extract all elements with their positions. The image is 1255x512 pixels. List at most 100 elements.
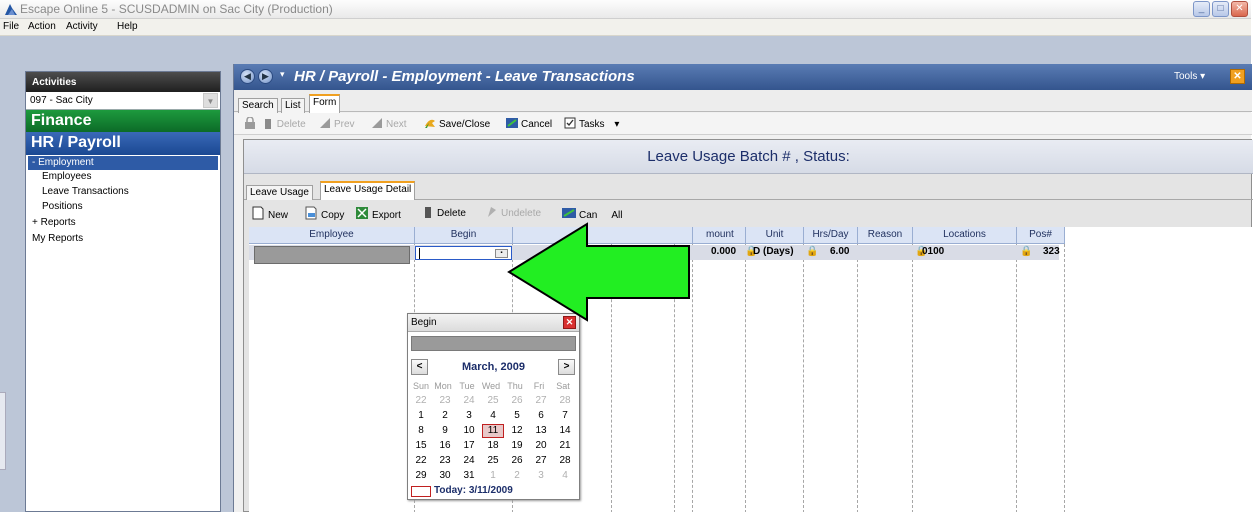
pos-cell[interactable]: 323 <box>1043 246 1060 257</box>
calendar-day[interactable]: 14 <box>554 424 576 438</box>
amount-cell[interactable]: 0.000 <box>711 246 736 257</box>
calendar-day[interactable]: 22 <box>410 454 432 468</box>
prev-button[interactable]: Prev <box>319 117 355 130</box>
calendar-day[interactable]: 23 <box>434 394 456 408</box>
calendar-day[interactable]: 15 <box>410 439 432 453</box>
tasks-dropdown-icon[interactable]: ▾ <box>614 119 619 130</box>
calendar-day[interactable]: 26 <box>506 394 528 408</box>
calendar-day[interactable]: 30 <box>434 469 456 483</box>
tools-menu-button[interactable]: Tools ▾ <box>1174 71 1205 82</box>
tab-form[interactable]: Form <box>309 94 341 113</box>
calendar-day[interactable]: 12 <box>506 424 528 438</box>
tab-leave-usage-detail[interactable]: Leave Usage Detail <box>320 181 416 200</box>
column-header-hrs-day[interactable]: Hrs/Day <box>804 227 858 244</box>
tasks-button[interactable]: Tasks ▾ <box>564 117 619 130</box>
district-select[interactable]: 097 - Sac City ▼ <box>26 92 220 110</box>
cancel-button[interactable]: Cancel <box>506 117 552 130</box>
employee-cell[interactable] <box>254 246 410 264</box>
copy-button[interactable]: Copy <box>304 206 344 221</box>
calendar-day[interactable]: 4 <box>482 409 504 423</box>
next-button[interactable]: Next <box>371 117 407 130</box>
calendar-day[interactable]: 27 <box>530 454 552 468</box>
tree-item-employment[interactable]: - Employment <box>28 156 218 170</box>
calendar-day[interactable]: 11 <box>482 424 504 438</box>
tab-search[interactable]: Search <box>238 98 278 113</box>
today-link[interactable]: Today: 3/11/2009 <box>411 485 576 499</box>
calendar-day[interactable]: 22 <box>410 394 432 408</box>
tab-list[interactable]: List <box>281 98 305 113</box>
calendar-day[interactable]: 3 <box>530 469 552 483</box>
calendar-day[interactable]: 17 <box>458 439 480 453</box>
next-month-button[interactable]: > <box>558 359 575 375</box>
begin-date-input[interactable]: ▪ <box>415 246 512 260</box>
calendar-day[interactable]: 16 <box>434 439 456 453</box>
tree-item-employees[interactable]: Employees <box>42 171 91 182</box>
chevron-down-icon[interactable]: ▼ <box>203 93 218 108</box>
calendar-day[interactable]: 2 <box>506 469 528 483</box>
panel-collapse-handle[interactable] <box>0 392 6 470</box>
hrs-day-cell[interactable]: 6.00 <box>830 246 849 257</box>
calendar-day[interactable]: 13 <box>530 424 552 438</box>
maximize-button[interactable]: □ <box>1212 1 1229 17</box>
calendar-day[interactable]: 5 <box>506 409 528 423</box>
tree-item-reports[interactable]: + Reports <box>32 217 76 228</box>
new-button[interactable]: New <box>251 206 288 221</box>
calendar-day[interactable]: 31 <box>458 469 480 483</box>
calendar-day[interactable]: 9 <box>434 424 456 438</box>
back-icon[interactable]: ◀ <box>240 69 255 84</box>
calendar-day[interactable]: 25 <box>482 394 504 408</box>
menu-help[interactable]: Help <box>117 21 138 32</box>
prev-month-button[interactable]: < <box>411 359 428 375</box>
column-header-unit[interactable]: Unit <box>746 227 804 244</box>
calendar-day[interactable]: 21 <box>554 439 576 453</box>
tree-item-positions[interactable]: Positions <box>42 201 83 212</box>
finance-category[interactable]: Finance <box>26 110 220 132</box>
calendar-day[interactable]: 29 <box>410 469 432 483</box>
tab-leave-usage[interactable]: Leave Usage <box>246 185 313 200</box>
date-picker-value-field[interactable] <box>411 336 576 351</box>
tree-item-my-reports[interactable]: My Reports <box>32 233 83 244</box>
calendar-day[interactable]: 24 <box>458 454 480 468</box>
calendar-day[interactable]: 23 <box>434 454 456 468</box>
unit-cell[interactable]: D (Days) <box>753 246 794 257</box>
column-header-locations[interactable]: Locations <box>913 227 1017 244</box>
undelete-button[interactable]: Undelete <box>486 206 541 219</box>
calendar-day[interactable]: 6 <box>530 409 552 423</box>
tree-item-leave-transactions[interactable]: Leave Transactions <box>42 186 129 197</box>
column-header-pos[interactable]: Pos# <box>1017 227 1065 244</box>
calendar-day[interactable]: 27 <box>530 394 552 408</box>
nav-dropdown-icon[interactable]: ▾ <box>280 69 285 80</box>
save-close-button[interactable]: Save/Close <box>424 117 490 130</box>
hr-payroll-category[interactable]: HR / Payroll <box>26 132 220 155</box>
calendar-day[interactable]: 28 <box>554 394 576 408</box>
calendar-day[interactable]: 8 <box>410 424 432 438</box>
cancel-all-button[interactable]: Can All <box>562 206 622 221</box>
calendar-day[interactable]: 25 <box>482 454 504 468</box>
delete-button-disabled[interactable]: Delete <box>244 117 306 130</box>
forward-icon[interactable]: ▶ <box>258 69 273 84</box>
column-header-reason[interactable]: Reason <box>858 227 913 244</box>
delete-row-button[interactable]: Delete <box>422 206 466 219</box>
calendar-day[interactable]: 28 <box>554 454 576 468</box>
menu-activity[interactable]: Activity <box>66 21 98 32</box>
calendar-day[interactable]: 10 <box>458 424 480 438</box>
calendar-day[interactable]: 1 <box>410 409 432 423</box>
column-header-employee[interactable]: Employee <box>249 227 415 244</box>
close-window-button[interactable]: ✕ <box>1231 1 1248 17</box>
calendar-day[interactable]: 4 <box>554 469 576 483</box>
calendar-day[interactable]: 19 <box>506 439 528 453</box>
close-activity-icon[interactable]: ✕ <box>1230 69 1245 84</box>
calendar-day[interactable]: 7 <box>554 409 576 423</box>
calendar-day[interactable]: 3 <box>458 409 480 423</box>
column-header-begin[interactable]: Begin <box>415 227 513 244</box>
calendar-day[interactable]: 18 <box>482 439 504 453</box>
calendar-day[interactable]: 2 <box>434 409 456 423</box>
menu-file[interactable]: File <box>3 21 19 32</box>
calendar-day[interactable]: 20 <box>530 439 552 453</box>
location-cell[interactable]: 0100 <box>922 246 944 257</box>
calendar-day[interactable]: 1 <box>482 469 504 483</box>
column-header-amount[interactable]: mount <box>693 227 746 244</box>
export-button[interactable]: Export <box>355 206 401 221</box>
minimize-button[interactable]: _ <box>1193 1 1210 17</box>
calendar-day[interactable]: 26 <box>506 454 528 468</box>
